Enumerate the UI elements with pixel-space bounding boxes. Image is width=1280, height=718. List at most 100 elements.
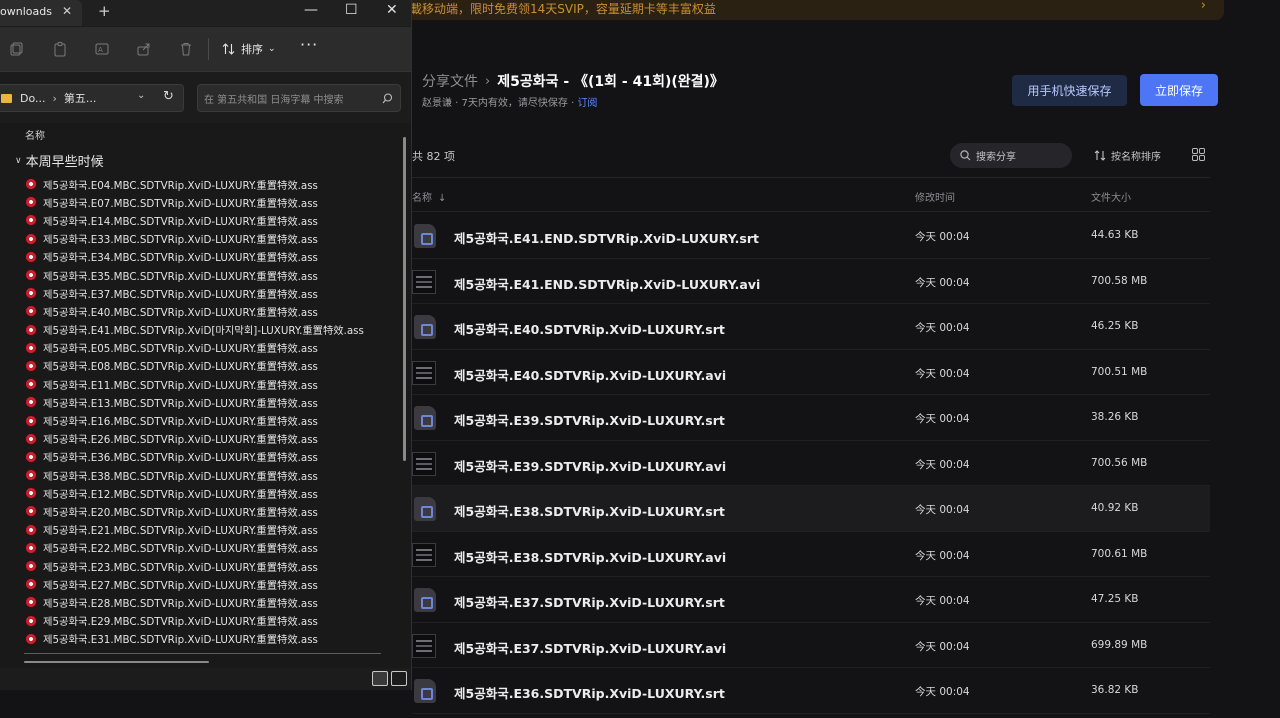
more-options-icon[interactable]: ··· xyxy=(300,35,318,54)
list-item[interactable]: 제5공화국.E28.MBC.SDTVRip.XviD-LUXURY.重置特效.a… xyxy=(25,593,405,611)
file-name[interactable]: 제5공화국.E39.SDTVRip.XviD-LUXURY.srt xyxy=(454,410,725,429)
horizontal-scrollbar[interactable] xyxy=(24,661,209,663)
subtitle-file-icon xyxy=(25,323,37,336)
minimize-icon[interactable]: — xyxy=(304,2,318,18)
list-item[interactable]: 제5공화국.E20.MBC.SDTVRip.XviD-LUXURY.重置特效.a… xyxy=(25,502,405,520)
subtitle-file-icon xyxy=(25,450,37,463)
sort-by-name-button[interactable]: 按名称排序 xyxy=(1094,148,1161,163)
list-item[interactable]: 제5공화국.E16.MBC.SDTVRip.XviD-LUXURY.重置特效.a… xyxy=(25,411,405,429)
delete-icon[interactable] xyxy=(178,41,194,57)
chevron-down-icon[interactable]: ⌄ xyxy=(137,90,145,101)
file-name: 제5공화국.E12.MBC.SDTVRip.XviD-LUXURY.重置特效.a… xyxy=(43,488,318,501)
window-close-icon[interactable]: ✕ xyxy=(386,2,398,18)
file-name[interactable]: 제5공화국.E38.SDTVRip.XviD-LUXURY.srt xyxy=(454,501,725,520)
toolbar-divider xyxy=(208,38,209,60)
share-search-input[interactable]: 搜索分享 xyxy=(950,143,1072,168)
column-modified[interactable]: 修改时间 xyxy=(915,189,955,204)
explorer-tab[interactable]: ownloads\ ✕ xyxy=(0,0,82,26)
file-row[interactable]: 제5공화국.E37.SDTVRip.XviD-LUXURY.avi 今天 00:0… xyxy=(412,623,1210,668)
file-row[interactable]: 제5공화국.E41.END.SDTVRip.XviD-LUXURY.avi 今天 … xyxy=(412,259,1210,304)
folder-search-input[interactable]: 在 第五共和国 日海字幕 中搜索 xyxy=(197,84,401,112)
sort-menu-button[interactable]: 排序 ⌄ xyxy=(222,41,276,57)
list-item[interactable]: 제5공화국.E21.MBC.SDTVRip.XviD-LUXURY.重置特效.a… xyxy=(25,521,405,539)
file-row[interactable]: 제5공화국.E37.SDTVRip.XviD-LUXURY.srt 今天 00:0… xyxy=(412,577,1210,623)
copy-icon[interactable] xyxy=(9,41,25,57)
save-now-button[interactable]: 立即保存 xyxy=(1140,74,1218,106)
file-name[interactable]: 제5공화국.E40.SDTVRip.XviD-LUXURY.srt xyxy=(454,319,725,338)
close-icon[interactable]: ✕ xyxy=(62,4,72,18)
list-item[interactable]: 제5공화국.E41.MBC.SDTVRip.XviD[마지막회]-LUXURY.… xyxy=(25,321,405,339)
list-item[interactable]: 제5공화국.E40.MBC.SDTVRip.XviD-LUXURY.重置特效.a… xyxy=(25,302,405,320)
file-row[interactable]: 제5공화국.E36.SDTVRip.XviD-LUXURY.srt 今天 00:0… xyxy=(412,668,1210,714)
list-item[interactable]: 제5공화국.E36.MBC.SDTVRip.XviD-LUXURY.重置特效.a… xyxy=(25,448,405,466)
file-name[interactable]: 제5공화국.E40.SDTVRip.XviD-LUXURY.avi xyxy=(454,365,726,384)
list-item[interactable]: 제5공화국.E37.MBC.SDTVRip.XviD-LUXURY.重置特效.a… xyxy=(25,284,405,302)
file-row[interactable]: 제5공화국.E39.SDTVRip.XviD-LUXURY.avi 今天 00:0… xyxy=(412,441,1210,486)
list-item[interactable]: 제5공화국.E13.MBC.SDTVRip.XviD-LUXURY.重置特效.a… xyxy=(25,393,405,411)
address-segment-1[interactable]: Do... xyxy=(20,92,46,105)
subscribe-link[interactable]: 订阅 xyxy=(577,98,597,109)
list-item[interactable]: 제5공화국.E11.MBC.SDTVRip.XviD-LUXURY.重置特效.a… xyxy=(25,375,405,393)
list-item[interactable]: 제5공화국.E34.MBC.SDTVRip.XviD-LUXURY.重置特效.a… xyxy=(25,248,405,266)
list-item[interactable]: 제5공화국.E38.MBC.SDTVRip.XviD-LUXURY.重置特效.a… xyxy=(25,466,405,484)
file-row[interactable]: 제5공화국.E40.SDTVRip.XviD-LUXURY.srt 今天 00:0… xyxy=(412,304,1210,350)
file-name[interactable]: 제5공화국.E41.END.SDTVRip.XviD-LUXURY.srt xyxy=(454,228,759,247)
file-table-header: 名称 ↓ 修改时间 文件大小 xyxy=(412,177,1210,212)
file-name: 제5공화국.E36.MBC.SDTVRip.XviD-LUXURY.重置特效.a… xyxy=(43,452,318,465)
list-item[interactable]: 제5공화국.E27.MBC.SDTVRip.XviD-LUXURY.重置特效.a… xyxy=(25,575,405,593)
file-name[interactable]: 제5공화국.E39.SDTVRip.XviD-LUXURY.avi xyxy=(454,456,726,475)
list-item[interactable]: 제5공화국.E22.MBC.SDTVRip.XviD-LUXURY.重置特效.a… xyxy=(25,539,405,557)
subtitle-file-icon xyxy=(25,632,37,645)
list-item[interactable]: 제5공화국.E12.MBC.SDTVRip.XviD-LUXURY.重置特效.a… xyxy=(25,484,405,502)
file-name[interactable]: 제5공화국.E36.SDTVRip.XviD-LUXURY.srt xyxy=(454,683,725,702)
plus-icon[interactable]: + xyxy=(98,2,111,20)
list-item[interactable]: 제5공화국.E14.MBC.SDTVRip.XviD-LUXURY.重置特效.a… xyxy=(25,211,405,229)
column-name[interactable]: 名称 ↓ xyxy=(412,189,446,204)
rename-icon[interactable]: A xyxy=(94,41,110,57)
chevron-right-icon[interactable]: › xyxy=(1201,0,1206,13)
file-row[interactable]: 제5공화국.E39.SDTVRip.XviD-LUXURY.srt 今天 00:0… xyxy=(412,395,1210,441)
refresh-icon[interactable]: ↻ xyxy=(163,89,174,104)
subtitle-file-icon xyxy=(414,224,436,248)
address-bar[interactable]: Do... › 第五... ⌄ xyxy=(0,84,184,112)
list-item[interactable]: 제5공화국.E05.MBC.SDTVRip.XviD-LUXURY.重置特效.a… xyxy=(25,339,405,357)
list-item[interactable]: 제5공화국.E23.MBC.SDTVRip.XviD-LUXURY.重置特效.a… xyxy=(25,557,405,575)
file-row[interactable]: 제5공화국.E40.SDTVRip.XviD-LUXURY.avi 今天 00:0… xyxy=(412,350,1210,395)
list-item[interactable]: 제5공화국.E07.MBC.SDTVRip.XviD-LUXURY.重置特效.a… xyxy=(25,193,405,211)
file-name[interactable]: 제5공화국.E41.END.SDTVRip.XviD-LUXURY.avi xyxy=(454,274,760,293)
file-name[interactable]: 제5공화국.E38.SDTVRip.XviD-LUXURY.avi xyxy=(454,547,726,566)
vertical-scrollbar[interactable] xyxy=(403,137,406,461)
address-segment-2[interactable]: 第五... xyxy=(64,90,97,106)
file-row[interactable]: 제5공화국.E38.SDTVRip.XviD-LUXURY.avi 今天 00:0… xyxy=(412,532,1210,577)
grid-view-icon[interactable] xyxy=(1192,148,1205,161)
share-icon[interactable] xyxy=(136,41,152,57)
promo-banner[interactable]: 載移动端，限时免费领14天SVIP，容量延期卡等丰富权益 › xyxy=(380,0,1224,20)
search-icon xyxy=(382,93,393,104)
paste-icon[interactable] xyxy=(52,41,68,57)
list-item[interactable]: 제5공화국.E35.MBC.SDTVRip.XviD-LUXURY.重置特效.a… xyxy=(25,266,405,284)
file-name[interactable]: 제5공화국.E37.SDTVRip.XviD-LUXURY.avi xyxy=(454,638,726,657)
details-view-icon[interactable] xyxy=(372,671,388,686)
column-header-name[interactable]: 名称 xyxy=(25,127,45,142)
file-name: 제5공화국.E23.MBC.SDTVRip.XviD-LUXURY.重置特效.a… xyxy=(43,561,318,574)
phone-save-button[interactable]: 用手机快速保存 xyxy=(1012,75,1127,106)
file-date: 今天 00:04 xyxy=(915,276,970,289)
subtitle-file-icon xyxy=(25,250,37,263)
list-item[interactable]: 제5공화국.E29.MBC.SDTVRip.XviD-LUXURY.重置特效.a… xyxy=(25,612,405,630)
tiles-view-icon[interactable] xyxy=(391,671,407,686)
list-item[interactable]: 제5공화국.E31.MBC.SDTVRip.XviD-LUXURY.重置特效.a… xyxy=(25,630,405,648)
list-item[interactable]: 제5공화국.E33.MBC.SDTVRip.XviD-LUXURY.重置特效.a… xyxy=(25,230,405,248)
group-header[interactable]: ∨ 本周早些时候 xyxy=(15,151,104,170)
subtitle-file-icon xyxy=(25,196,37,209)
file-row[interactable]: 제5공화국.E41.END.SDTVRip.XviD-LUXURY.srt 今天 … xyxy=(412,213,1210,259)
list-item[interactable]: 제5공화국.E26.MBC.SDTVRip.XviD-LUXURY.重置特效.a… xyxy=(25,430,405,448)
breadcrumb-root[interactable]: 分享文件 xyxy=(422,71,478,91)
file-name[interactable]: 제5공화국.E37.SDTVRip.XviD-LUXURY.srt xyxy=(454,592,725,611)
file-row[interactable]: 제5공화국.E38.SDTVRip.XviD-LUXURY.srt 今天 00:0… xyxy=(412,486,1210,532)
list-item[interactable]: 제5공화국.E04.MBC.SDTVRip.XviD-LUXURY.重置特效.a… xyxy=(25,175,405,193)
maximize-icon[interactable]: ☐ xyxy=(345,2,358,18)
column-size[interactable]: 文件大小 xyxy=(1091,189,1131,204)
address-row: Do... › 第五... ⌄ ↻ 在 第五共和国 日海字幕 中搜索 xyxy=(0,73,411,123)
list-item[interactable]: 제5공화국.E08.MBC.SDTVRip.XviD-LUXURY.重置特效.a… xyxy=(25,357,405,375)
sharer-text: 赵景谦 · 7天内有效，请尽快保存 · xyxy=(422,98,578,109)
